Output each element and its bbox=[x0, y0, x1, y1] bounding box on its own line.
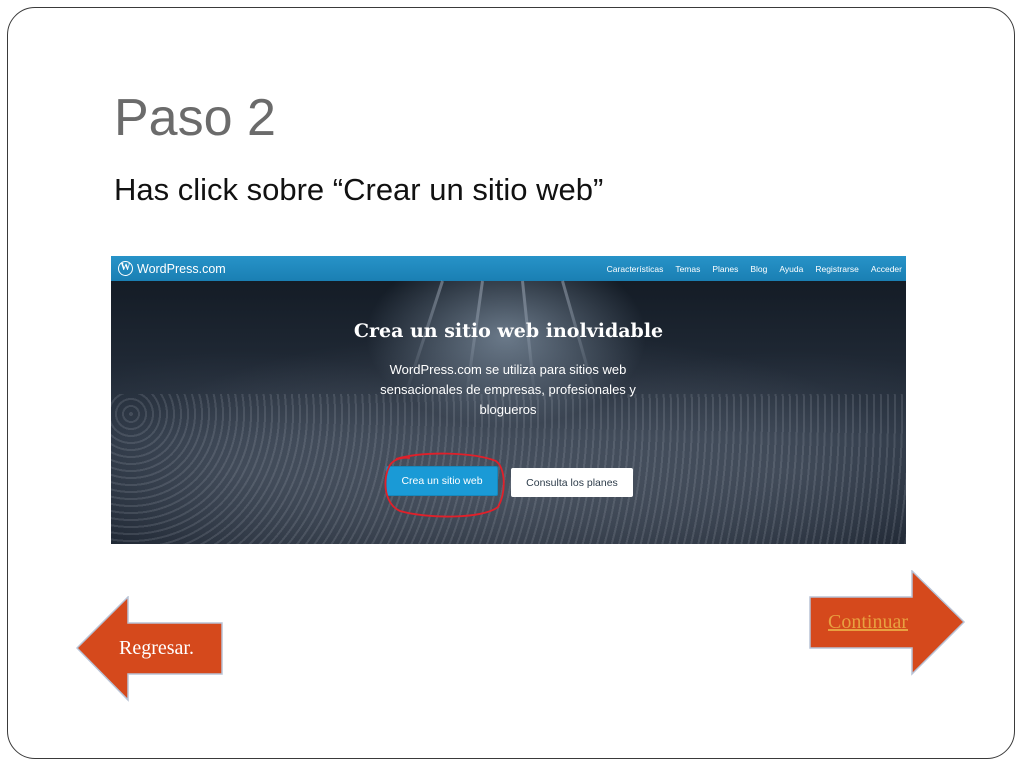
wordpress-brand[interactable]: W WordPress.com bbox=[118, 259, 226, 278]
hero-title: Crea un sitio web inolvidable bbox=[353, 320, 664, 342]
menu-item-caracteristicas[interactable]: Características bbox=[607, 264, 664, 274]
slide-subtitle: Has click sobre “Crear un sitio web” bbox=[114, 172, 604, 207]
back-button-label[interactable]: Regresar. bbox=[119, 637, 194, 660]
slide-title: Paso 2 bbox=[114, 89, 276, 147]
wordpress-menu: Características Temas Planes Blog Ayuda … bbox=[607, 256, 902, 281]
menu-item-blog[interactable]: Blog bbox=[750, 264, 767, 274]
embedded-screenshot: W WordPress.com Características Temas Pl… bbox=[111, 256, 906, 544]
brand-label: WordPress.com bbox=[137, 261, 226, 276]
hero-description: WordPress.com se utiliza para sitios web… bbox=[380, 362, 636, 417]
wordpress-navbar: W WordPress.com Características Temas Pl… bbox=[111, 256, 906, 281]
next-button-label[interactable]: Continuar bbox=[828, 611, 908, 634]
hero-section: Crea un sitio web inolvidable WordPress.… bbox=[111, 280, 906, 544]
create-site-button[interactable]: Crea un sitio web bbox=[386, 466, 498, 496]
wordpress-logo-icon: W bbox=[118, 261, 133, 276]
menu-item-registrarse[interactable]: Registrarse bbox=[815, 264, 858, 274]
menu-item-ayuda[interactable]: Ayuda bbox=[779, 264, 803, 274]
menu-item-acceder[interactable]: Acceder bbox=[871, 264, 902, 274]
view-plans-button[interactable]: Consulta los planes bbox=[511, 468, 633, 497]
menu-item-planes[interactable]: Planes bbox=[712, 264, 738, 274]
menu-item-temas[interactable]: Temas bbox=[675, 264, 700, 274]
